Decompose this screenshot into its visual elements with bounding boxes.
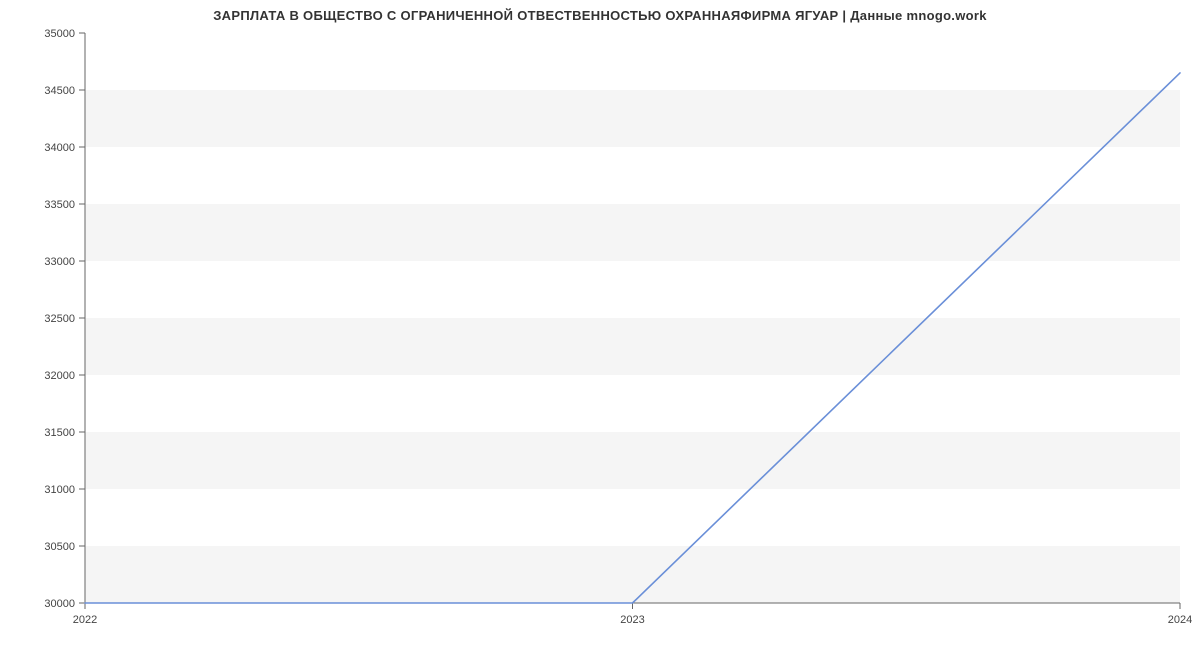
grid-band xyxy=(85,90,1180,147)
x-tick-label: 2023 xyxy=(620,614,644,626)
y-tick-label: 34500 xyxy=(44,85,75,97)
chart-container: ЗАРПЛАТА В ОБЩЕСТВО С ОГРАНИЧЕННОЙ ОТВЕС… xyxy=(0,0,1200,650)
line-chart: 30000 30500 31000 31500 32000 32500 33000 33500… xyxy=(0,23,1200,643)
y-tick-label: 31500 xyxy=(44,427,75,439)
x-tick-label: 2024 xyxy=(1168,614,1192,626)
x-tick-label: 2022 xyxy=(73,614,97,626)
y-tick-label: 35000 xyxy=(44,28,75,40)
y-tick-label: 30000 xyxy=(44,598,75,610)
y-tick-label: 34000 xyxy=(44,142,75,154)
y-tick-label: 32500 xyxy=(44,313,75,325)
grid-band xyxy=(85,432,1180,489)
y-tick-label: 30500 xyxy=(44,541,75,553)
grid-band xyxy=(85,318,1180,375)
y-tick-label: 33000 xyxy=(44,256,75,268)
grid-band xyxy=(85,546,1180,603)
y-tick-label: 32000 xyxy=(44,370,75,382)
y-tick-label: 31000 xyxy=(44,484,75,496)
chart-title: ЗАРПЛАТА В ОБЩЕСТВО С ОГРАНИЧЕННОЙ ОТВЕС… xyxy=(0,0,1200,23)
y-tick-label: 33500 xyxy=(44,199,75,211)
